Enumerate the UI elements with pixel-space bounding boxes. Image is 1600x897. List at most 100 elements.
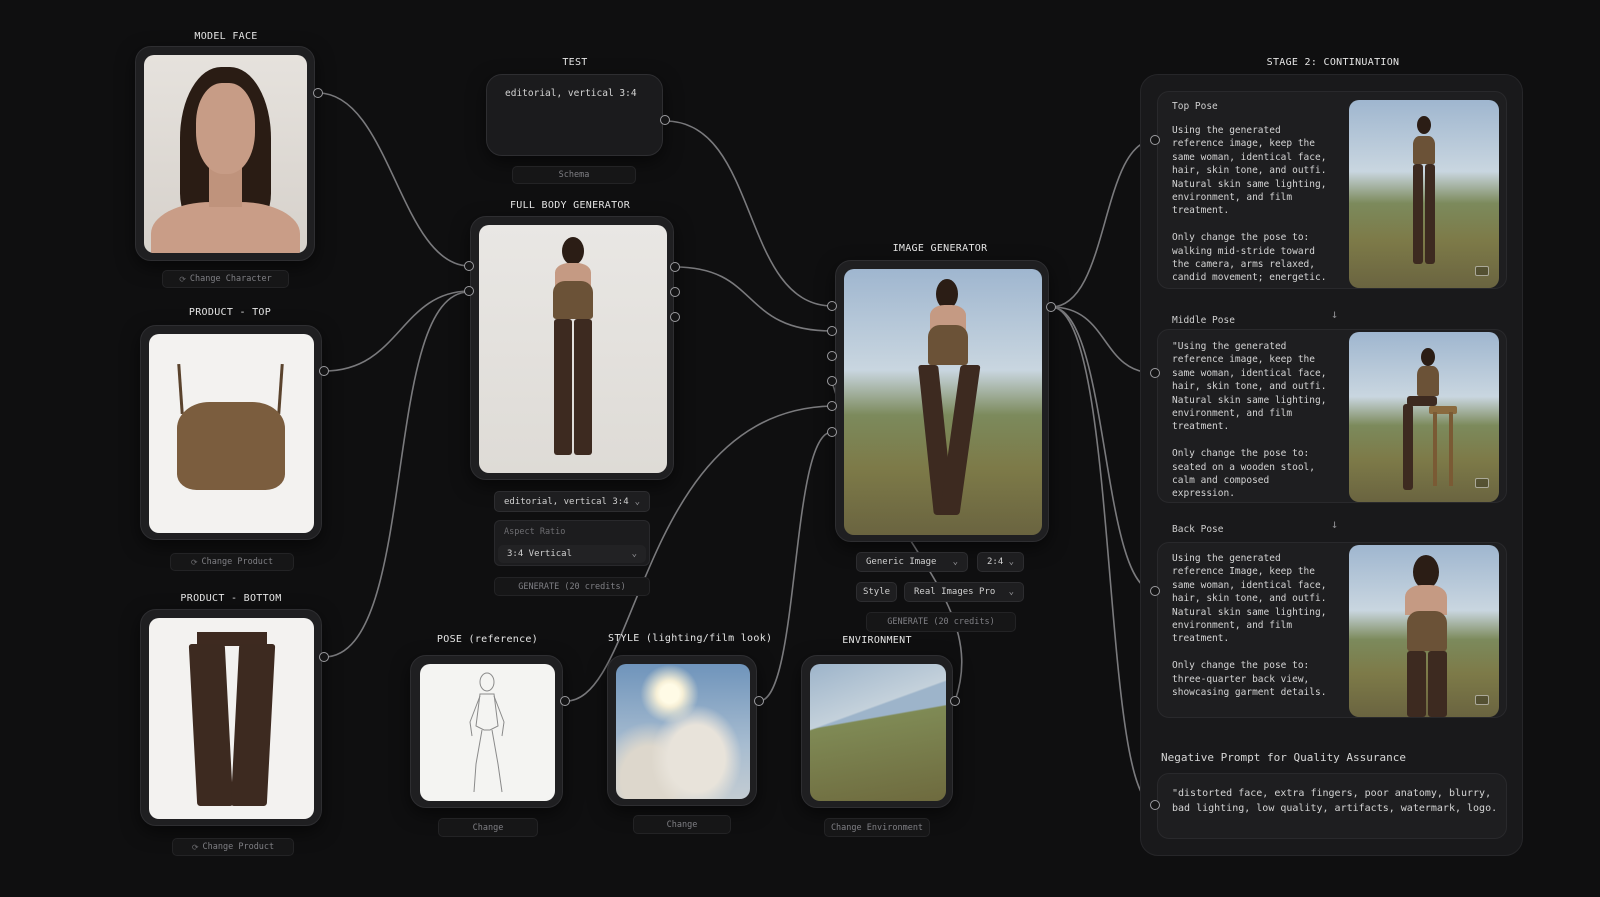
aspect-ratio-group: Aspect Ratio 3:4 Vertical ⌄: [494, 520, 650, 566]
image-ratio-select[interactable]: 2:4 ⌄: [977, 552, 1024, 572]
pose-output-port[interactable]: [560, 696, 570, 706]
image-ratio-value: 2:4: [987, 557, 1004, 567]
test-schema-footer[interactable]: Schema: [512, 166, 636, 184]
test-output-port[interactable]: [660, 115, 670, 125]
style-label: Style: [862, 587, 891, 597]
wire-bottom-to-fullbody: [323, 291, 470, 658]
middle-pose-prompt[interactable]: "Using the generated reference image, ke…: [1172, 340, 1332, 501]
style-title: STYLE (lighting/film look): [608, 633, 773, 644]
model-face-output-port[interactable]: [313, 88, 323, 98]
pose-sketch: [469, 672, 505, 793]
expand-icon[interactable]: [1475, 695, 1489, 705]
change-character-button[interactable]: ⟳ Change Character: [162, 270, 289, 288]
environment-output-port[interactable]: [950, 696, 960, 706]
product-bottom-image: [149, 618, 314, 819]
product-top-output-port[interactable]: [319, 366, 329, 376]
back-pose-card[interactable]: Using the generated reference Image, kee…: [1157, 542, 1507, 718]
change-environment-button[interactable]: Change Environment: [824, 818, 930, 837]
change-product-bottom-button[interactable]: ⟳ Change Product: [172, 838, 294, 856]
aspect-ratio-value: 3:4 Vertical: [507, 549, 573, 559]
product-bottom-output-port[interactable]: [319, 652, 329, 662]
wire-test-to-imagegen: [664, 120, 833, 307]
negative-prompt-text[interactable]: "distorted face, extra fingers, poor ana…: [1172, 786, 1498, 816]
full-body-output-port-1[interactable]: [670, 262, 680, 272]
middle-pose-input-port[interactable]: [1150, 368, 1160, 378]
image-generator-image: [844, 269, 1042, 535]
product-top-node[interactable]: [140, 325, 322, 540]
chevron-down-icon: ⌄: [1008, 587, 1014, 597]
full-body-preset-select[interactable]: editorial, vertical 3:4 ⌄: [494, 491, 650, 512]
wire-top-to-fullbody: [323, 290, 470, 372]
style-label-chip: Style: [856, 582, 897, 602]
stage2-title: STAGE 2: CONTINUATION: [1266, 57, 1400, 68]
change-environment-label: Change Environment: [830, 822, 924, 833]
node-canvas[interactable]: MODEL FACE ⟳ Change Character PRODUCT - …: [0, 0, 1600, 897]
image-generator-output-port[interactable]: [1046, 302, 1056, 312]
image-generator-input-port-3[interactable]: [827, 351, 837, 361]
style-node[interactable]: [607, 655, 757, 806]
image-generator-input-port-2[interactable]: [827, 326, 837, 336]
test-title: TEST: [562, 57, 588, 68]
negative-prompt-box[interactable]: "distorted face, extra fingers, poor ana…: [1157, 773, 1507, 839]
pose-title: POSE (reference): [436, 634, 539, 645]
refresh-icon: ⟳: [191, 842, 199, 852]
pose-node[interactable]: [410, 655, 563, 808]
top-pose-image: [1349, 100, 1499, 288]
full-body-input-port-2[interactable]: [464, 286, 474, 296]
image-model-select[interactable]: Generic Image ⌄: [856, 552, 968, 572]
image-model-value: Generic Image: [866, 557, 937, 567]
expand-icon[interactable]: [1475, 266, 1489, 276]
image-generator-input-port-1[interactable]: [827, 301, 837, 311]
change-product-top-button[interactable]: ⟳ Change Product: [170, 553, 294, 571]
negative-prompt-input-port[interactable]: [1150, 800, 1160, 810]
change-style-label: Change: [666, 819, 698, 830]
model-face-node[interactable]: [135, 46, 315, 261]
style-select[interactable]: Real Images Pro ⌄: [904, 582, 1024, 602]
back-pose-label: Back Pose: [1172, 524, 1224, 535]
environment-title: ENVIRONMENT: [842, 635, 912, 646]
full-body-input-port-1[interactable]: [464, 261, 474, 271]
full-body-image: [479, 225, 667, 473]
style-output-port[interactable]: [754, 696, 764, 706]
top-pose-card[interactable]: Top Pose Using the generated reference i…: [1157, 91, 1507, 289]
wire-fullbody-to-imagegen: [674, 266, 833, 332]
image-generator-input-port-6[interactable]: [827, 427, 837, 437]
expand-icon[interactable]: [1475, 478, 1489, 488]
image-generator-title: IMAGE GENERATOR: [892, 243, 988, 254]
top-pose-prompt[interactable]: Using the generated reference image, kee…: [1172, 124, 1332, 285]
download-icon[interactable]: ↓: [1331, 307, 1338, 321]
aspect-ratio-select[interactable]: 3:4 Vertical ⌄: [498, 545, 646, 563]
full-body-output-port-3[interactable]: [670, 312, 680, 322]
pose-image: [420, 664, 555, 801]
test-text[interactable]: editorial, vertical 3:4: [505, 87, 655, 100]
top-pose-label: Top Pose: [1172, 101, 1218, 112]
image-generator-node[interactable]: [835, 260, 1049, 542]
environment-node[interactable]: [801, 655, 953, 808]
style-value: Real Images Pro: [914, 587, 996, 597]
full-body-generate-label: GENERATE (20 credits): [518, 581, 626, 592]
chevron-down-icon: ⌄: [1008, 557, 1014, 567]
full-body-output-port-2[interactable]: [670, 287, 680, 297]
middle-pose-image: [1349, 332, 1499, 502]
full-body-node[interactable]: [470, 216, 674, 480]
image-generator-input-port-4[interactable]: [827, 376, 837, 386]
image-generator-generate-button[interactable]: GENERATE (20 credits): [866, 612, 1016, 632]
change-style-button[interactable]: Change: [633, 815, 731, 834]
middle-pose-card[interactable]: "Using the generated reference image, ke…: [1157, 329, 1507, 503]
change-product-top-label: Change Product: [201, 557, 274, 567]
back-pose-input-port[interactable]: [1150, 586, 1160, 596]
change-pose-button[interactable]: Change: [438, 818, 538, 837]
image-generator-input-port-5[interactable]: [827, 401, 837, 411]
chevron-down-icon: ⌄: [634, 496, 640, 507]
download-icon[interactable]: ↓: [1331, 517, 1338, 531]
aspect-ratio-label: Aspect Ratio: [504, 527, 566, 537]
top-pose-input-port[interactable]: [1150, 135, 1160, 145]
full-body-generate-button[interactable]: GENERATE (20 credits): [494, 577, 650, 596]
model-face-image: [144, 55, 307, 253]
change-product-bottom-label: Change Product: [202, 842, 275, 852]
back-pose-prompt[interactable]: Using the generated reference Image, kee…: [1172, 552, 1332, 699]
wire-face-to-fullbody: [317, 92, 470, 267]
negative-prompt-label: Negative Prompt for Quality Assurance: [1161, 751, 1407, 764]
product-bottom-node[interactable]: [140, 609, 322, 826]
test-node[interactable]: editorial, vertical 3:4: [486, 74, 663, 156]
